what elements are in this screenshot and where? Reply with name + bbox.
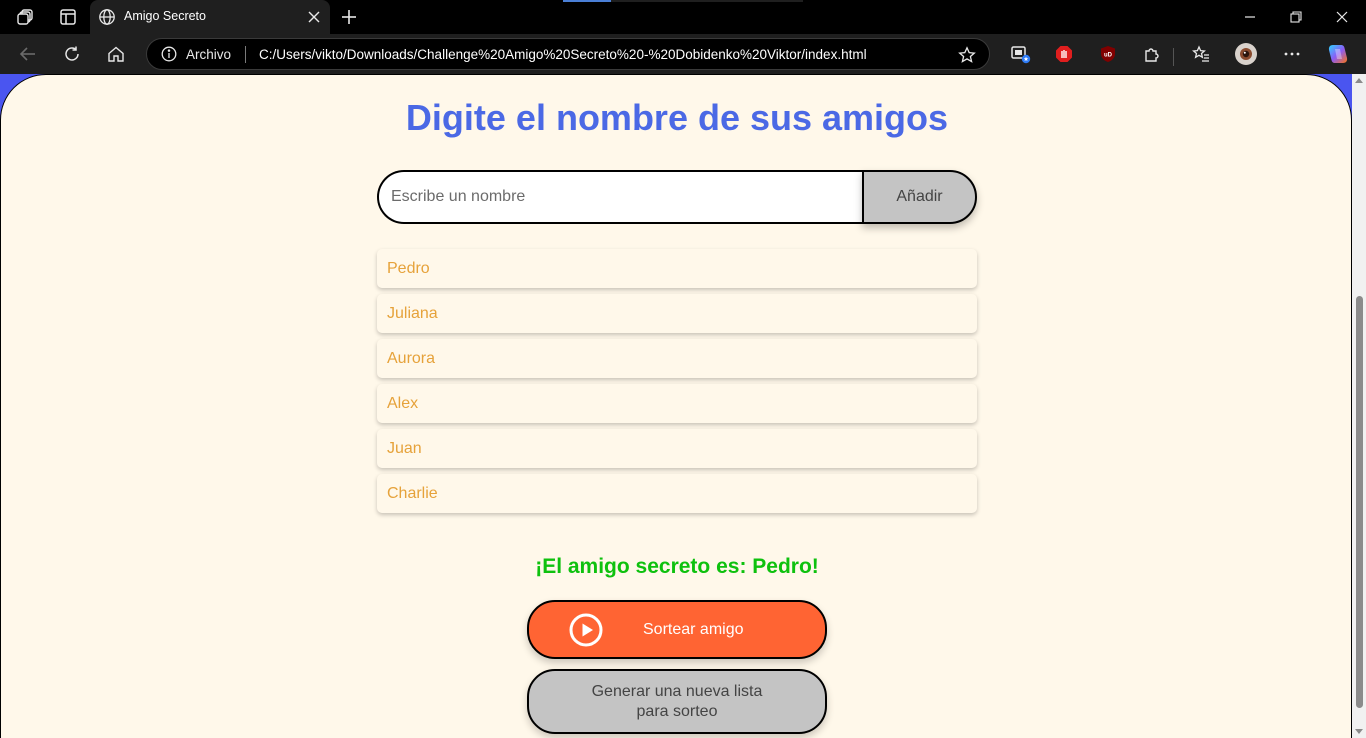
add-friend-form: Añadir [377,170,977,224]
page-scrollbar[interactable] [1352,74,1366,738]
page-title: Digite el nombre de sus amigos [405,97,949,138]
tab-strip-accent [563,0,803,2]
minimize-icon[interactable] [1227,0,1273,34]
workspaces-icon[interactable] [9,0,43,34]
address-divider [245,46,246,63]
new-tab-plus-icon[interactable] [336,4,362,30]
scrollbar-thumb[interactable] [1356,296,1363,708]
star-icon[interactable] [957,45,977,65]
favorites-icon[interactable] [1185,38,1217,70]
home-icon[interactable] [100,38,132,70]
ublock-icon[interactable]: uD [1092,38,1124,70]
adblock-icon[interactable] [1048,38,1080,70]
toolbar-divider [1173,48,1174,66]
friend-item: Juan [377,429,977,468]
name-input[interactable] [377,170,865,224]
globe-icon [98,8,116,26]
scroll-down-arrow-icon[interactable] [1355,729,1363,734]
scroll-up-arrow-icon[interactable] [1355,78,1363,83]
copilot-icon[interactable] [1322,38,1354,70]
more-icon[interactable] [1276,38,1308,70]
info-icon[interactable] [161,46,177,62]
friend-item: Charlie [377,474,977,513]
close-window-icon[interactable] [1319,0,1365,34]
restore-icon[interactable] [1273,0,1319,34]
browser-toolbar: Archivo C:/Users/vikto/Downloads/Challen… [0,34,1366,74]
draw-button-label: Sortear amigo [643,621,744,638]
main-card: Digite el nombre de sus amigos Añadir Pe… [0,74,1352,738]
friend-list: Pedro Juliana Aurora Alex Juan Charlie [377,249,977,519]
play-icon [569,613,603,647]
new-list-button[interactable]: Generar una nueva lista para sorteo [527,669,827,734]
back-icon[interactable] [12,38,44,70]
add-button[interactable]: Añadir [862,170,977,224]
vertical-tabs-icon[interactable] [51,0,85,34]
puzzle-icon[interactable] [1136,38,1168,70]
screencast-icon[interactable] [1004,38,1036,70]
friend-item: Aurora [377,339,977,378]
browser-tab-strip: Amigo Secreto [0,0,1366,34]
scheme-label: Archivo [186,47,232,62]
page-viewport: Digite el nombre de sus amigos Añadir Pe… [0,74,1366,738]
profile-avatar[interactable] [1230,38,1262,70]
tab-amigo-secreto[interactable]: Amigo Secreto [90,0,330,34]
friend-item: Juliana [377,294,977,333]
svg-text:uD: uD [1104,53,1113,59]
tab-title: Amigo Secreto [124,9,206,23]
friend-item: Alex [377,384,977,423]
url-text[interactable]: C:/Users/vikto/Downloads/Challenge%20Ami… [259,47,867,62]
draw-friend-button[interactable]: Sortear amigo [527,600,827,659]
refresh-icon[interactable] [56,38,88,70]
address-bar[interactable]: Archivo C:/Users/vikto/Downloads/Challen… [146,38,990,70]
friend-item: Pedro [377,249,977,288]
result-text: ¡El amigo secreto es: Pedro! [535,555,819,578]
close-tab-icon[interactable] [304,7,324,27]
